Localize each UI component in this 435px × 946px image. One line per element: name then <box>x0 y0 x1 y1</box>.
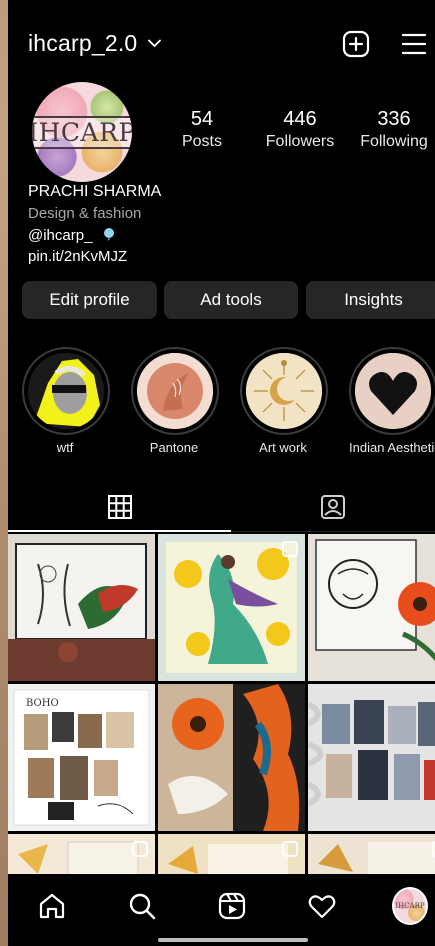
profile-category: Design & fashion <box>28 205 142 222</box>
post-thumbnail[interactable] <box>158 534 305 681</box>
active-tab-indicator <box>8 530 231 532</box>
posts-stat[interactable]: 54 Posts <box>178 108 226 151</box>
highlight-label: Indian Aesthetic <box>349 440 435 455</box>
following-stat[interactable]: 336 Following <box>352 108 435 151</box>
threads-icon <box>103 228 114 241</box>
highlight-ring <box>131 347 219 435</box>
highlight-art-work[interactable]: Art work <box>240 347 328 455</box>
home-indicator-bar[interactable] <box>158 938 308 942</box>
post-thumbnail[interactable] <box>8 534 155 681</box>
reels-icon[interactable] <box>214 888 250 924</box>
chevron-down-icon <box>143 35 161 51</box>
following-label: Following <box>360 133 428 150</box>
highlight-label: Art work <box>259 440 307 455</box>
post-thumbnail[interactable] <box>308 684 435 831</box>
following-count: 336 <box>377 108 411 130</box>
post-thumbnail[interactable] <box>308 534 435 681</box>
threads-badge[interactable]: @ihcarp_ <box>28 226 117 244</box>
mini-avatar-text: IHCARP <box>395 902 425 910</box>
ad-tools-button[interactable]: Ad tools <box>164 281 298 319</box>
profile-avatar[interactable]: IHCARP <box>32 82 132 182</box>
highlight-cover-image <box>246 353 322 429</box>
profile-header: ihcarp_2.0 <box>8 0 435 80</box>
post-thumbnail[interactable] <box>158 684 305 831</box>
followers-label: Followers <box>265 133 335 150</box>
instagram-profile-screen: ihcarp_2.0 IHCARP 54 Posts 446 Followers… <box>8 0 435 946</box>
svg-text:BOHO: BOHO <box>26 698 59 709</box>
post-thumbnail[interactable]: BOHO <box>8 684 155 831</box>
highlight-pantone[interactable]: Pantone <box>131 347 219 455</box>
add-square-icon[interactable] <box>342 30 372 60</box>
search-icon[interactable] <box>124 888 160 924</box>
posts-count: 54 <box>190 108 214 130</box>
highlight-label: wtf <box>56 440 74 455</box>
bottom-navigation-bar: IHCARP <box>8 874 435 946</box>
tab-posts-grid[interactable] <box>8 484 231 530</box>
mini-avatar: IHCARP <box>392 887 428 925</box>
heart-icon[interactable] <box>304 888 340 924</box>
threads-handle: @ihcarp_ <box>28 227 93 244</box>
grid-icon <box>107 495 132 519</box>
avatar-logo-text: IHCARP <box>32 115 132 149</box>
edit-profile-button[interactable]: Edit profile <box>22 281 157 319</box>
tab-tagged[interactable] <box>231 484 435 530</box>
tagged-person-icon <box>321 495 345 519</box>
highlight-wtf[interactable]: wtf <box>22 347 110 455</box>
username-switcher[interactable]: ihcarp_2.0 <box>28 30 161 57</box>
highlight-ring <box>22 347 110 435</box>
highlight-ring <box>349 347 435 435</box>
profile-tab-avatar[interactable]: IHCARP <box>392 887 428 925</box>
profile-link[interactable]: pin.it/2nKvMJZ <box>28 248 127 265</box>
display-name: PRACHI SHARMA <box>28 183 162 200</box>
followers-stat[interactable]: 446 Followers <box>258 108 342 151</box>
highlight-indian-aesthetic[interactable]: Indian Aesthetic <box>349 347 435 455</box>
highlight-cover-image <box>355 353 431 429</box>
followers-count: 446 <box>283 108 317 130</box>
posts-label: Posts <box>181 133 222 150</box>
home-icon[interactable] <box>34 888 70 924</box>
highlight-label: Pantone <box>149 440 199 455</box>
highlight-cover-image <box>137 353 213 429</box>
insights-button[interactable]: Insights <box>306 281 435 319</box>
hamburger-menu-icon[interactable] <box>400 30 430 60</box>
highlight-ring <box>240 347 328 435</box>
highlight-cover-image <box>28 353 104 429</box>
username-text: ihcarp_2.0 <box>28 30 138 56</box>
